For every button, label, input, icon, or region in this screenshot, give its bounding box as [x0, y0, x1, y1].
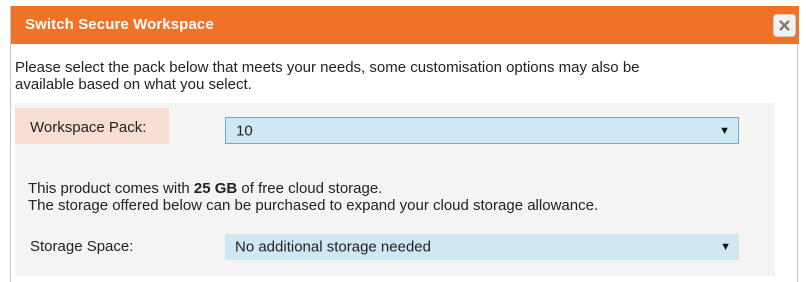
storage-space-value: No additional storage needed: [235, 238, 431, 256]
storage-info-line-2: The storage offered below can be purchas…: [28, 197, 599, 214]
storage-space-label: Storage Space:: [30, 238, 134, 255]
storage-space-select[interactable]: No additional storage needed ▼: [225, 234, 739, 260]
close-button[interactable]: [773, 14, 796, 37]
workspace-pack-select[interactable]: 10 ▼: [225, 117, 739, 144]
dialog-title: Switch Secure Workspace: [25, 16, 214, 33]
workspace-pack-value: 10: [236, 122, 253, 139]
workspace-pack-label: Workspace Pack:: [30, 119, 147, 136]
intro-text: Please select the pack below that meets …: [15, 59, 735, 93]
storage-info: This product comes with 25 GB of free cl…: [28, 180, 598, 214]
storage-info-suffix: of free cloud storage.: [237, 180, 383, 197]
dropdown-arrow-icon: ▼: [720, 241, 731, 253]
free-storage-amount: 25 GB: [193, 180, 238, 197]
storage-info-line-1: This product comes with 25 GB of free cl…: [28, 180, 598, 197]
dropdown-arrow-icon: ▼: [719, 124, 730, 137]
intro-line-2: available based on what you select.: [15, 76, 252, 93]
intro-line-1: Please select the pack below that meets …: [15, 59, 640, 76]
close-icon: [779, 20, 790, 31]
dialog-titlebar: Switch Secure Workspace: [11, 6, 799, 44]
storage-info-prefix: This product comes with: [28, 180, 194, 197]
